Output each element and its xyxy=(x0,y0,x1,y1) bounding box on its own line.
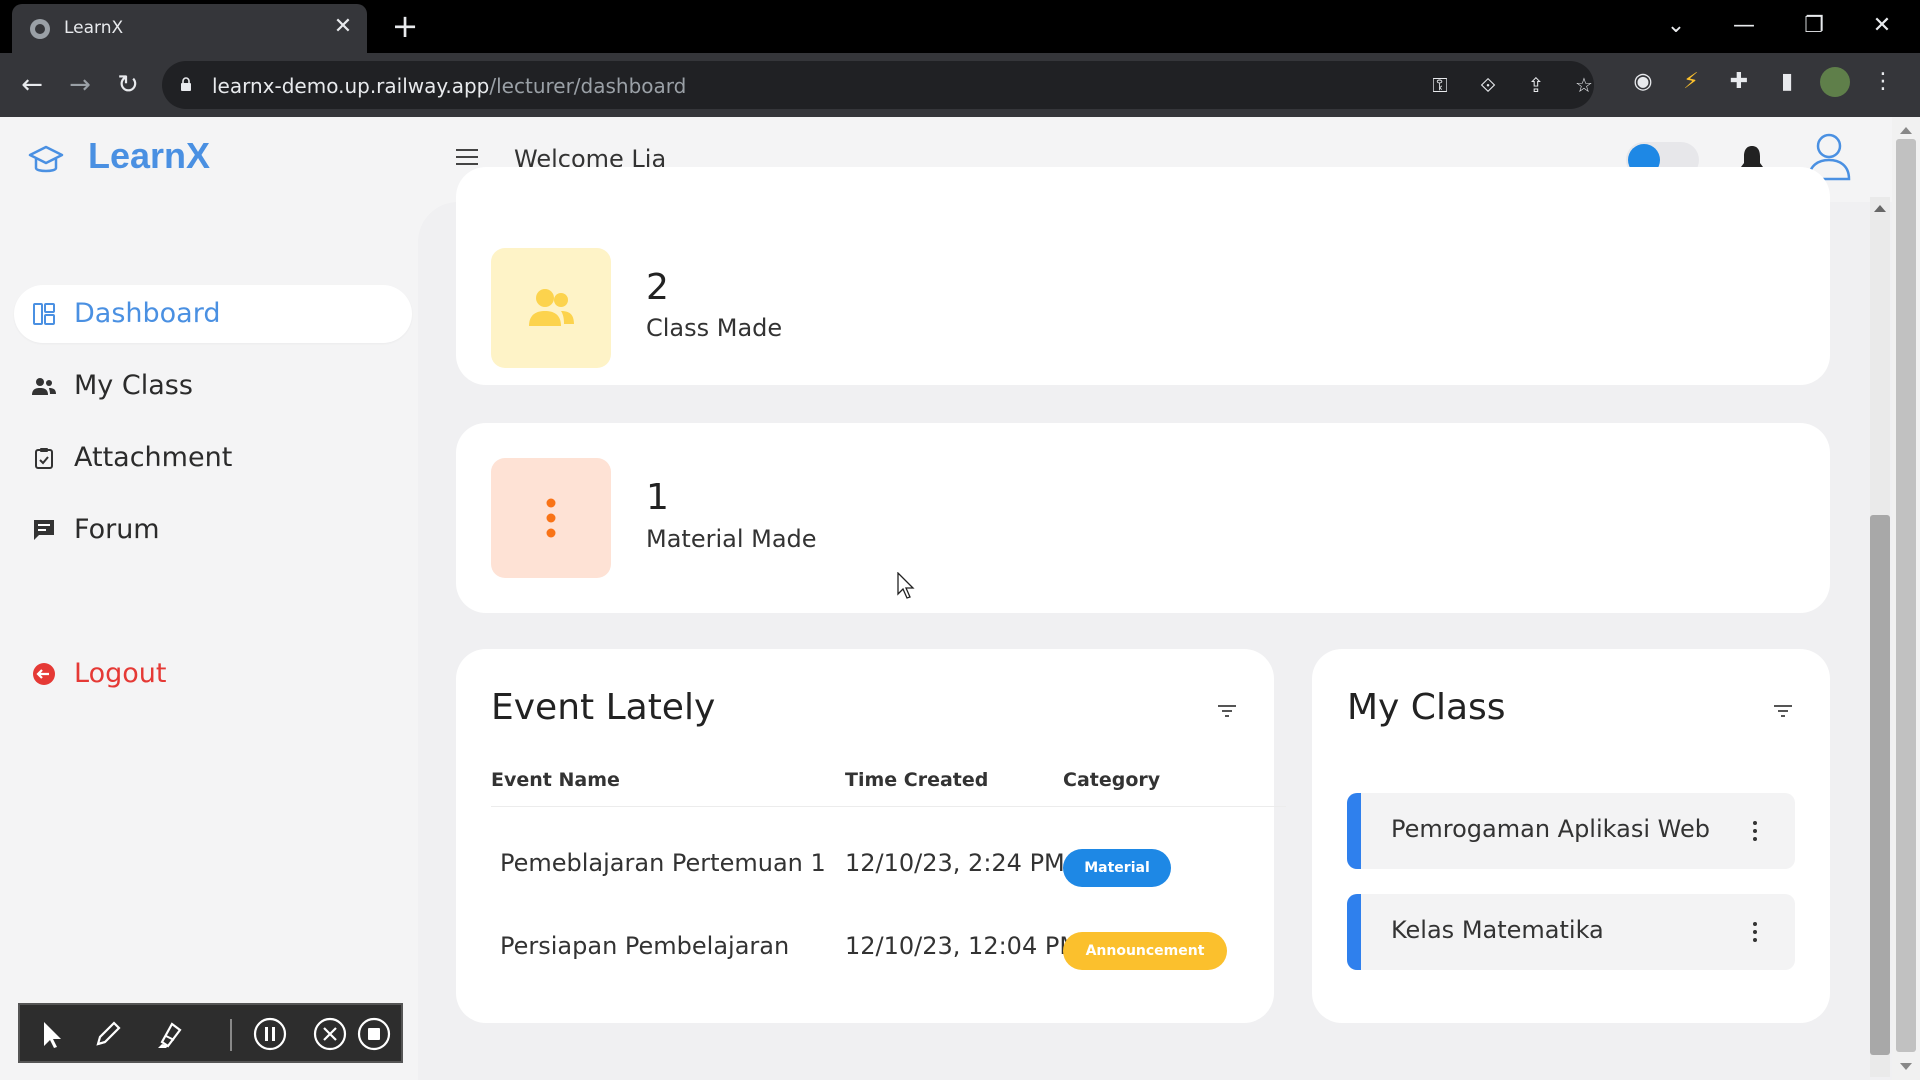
brand-logo[interactable]: LearnX xyxy=(88,135,210,177)
sidebar-item-forum[interactable]: Forum xyxy=(14,501,412,559)
browser-toolbar: ← → ↻ learnx-demo.up.railway.app/lecture… xyxy=(0,53,1920,117)
event-name: Pemeblajaran Pertemuan 1 xyxy=(500,849,826,877)
dashboard-icon xyxy=(33,303,55,325)
extension-lightning-icon[interactable]: ⚡ xyxy=(1676,67,1706,97)
sidebar-item-attachment[interactable]: Attachment xyxy=(14,429,412,487)
profile-avatar-icon[interactable] xyxy=(1820,67,1850,97)
sidebar-item-my-class[interactable]: My Class xyxy=(14,357,412,415)
filter-icon[interactable] xyxy=(1218,705,1236,717)
extensions-puzzle-icon[interactable]: ✚ xyxy=(1724,67,1754,97)
stat-label: Class Made xyxy=(646,314,783,342)
url-text: learnx-demo.up.railway.app/lecturer/dash… xyxy=(212,74,686,98)
sidebar-item-label: Attachment xyxy=(74,442,233,473)
more-options-icon[interactable] xyxy=(1753,821,1757,841)
forward-icon[interactable]: → xyxy=(62,67,98,103)
lock-icon xyxy=(181,77,191,91)
logout-label: Logout xyxy=(74,658,167,689)
users-icon xyxy=(529,289,574,326)
new-tab-button[interactable]: + xyxy=(388,10,422,44)
event-lately-panel: Event Lately Event Name Time Created Cat… xyxy=(456,649,1286,1023)
page-scroll-thumb[interactable] xyxy=(1896,139,1916,1052)
close-window-icon[interactable]: ✕ xyxy=(1862,8,1902,44)
share-icon[interactable]: ⇪ xyxy=(1522,71,1550,99)
stat-number: 2 xyxy=(646,267,669,308)
annotation-toolbar xyxy=(18,1003,403,1063)
sidebar-item-label: Forum xyxy=(74,514,160,545)
content-scroll-thumb[interactable] xyxy=(1870,515,1890,1055)
class-list-item[interactable]: Kelas Matematika xyxy=(1347,894,1795,970)
class-list-item[interactable]: Pemrogaman Aplikasi Web xyxy=(1347,793,1795,869)
filter-icon[interactable] xyxy=(1774,705,1792,717)
sidebar: Dashboard My Class Attachment Forum Logo… xyxy=(0,202,418,1080)
translate-icon[interactable]: ⟐ xyxy=(1474,71,1502,99)
pointer-icon[interactable] xyxy=(30,1014,70,1054)
stat-label: Material Made xyxy=(646,525,817,553)
mouse-cursor-icon xyxy=(897,572,915,599)
globe-icon xyxy=(30,19,50,39)
page-scrollbar[interactable] xyxy=(1892,117,1920,1080)
hamburger-menu-icon[interactable] xyxy=(456,149,478,167)
class-name: Pemrogaman Aplikasi Web xyxy=(1391,815,1710,843)
stat-number: 1 xyxy=(646,477,669,518)
scroll-up-arrow-icon[interactable] xyxy=(1900,127,1912,134)
url-path: /lecturer/dashboard xyxy=(489,74,687,98)
scroll-down-arrow-icon[interactable] xyxy=(1900,1063,1912,1070)
restore-icon[interactable]: ❐ xyxy=(1794,8,1834,44)
users-icon xyxy=(32,378,56,395)
pause-icon[interactable] xyxy=(250,1014,290,1054)
back-icon[interactable]: ← xyxy=(14,67,50,103)
logout-icon xyxy=(33,663,55,685)
column-header: Time Created xyxy=(845,769,989,791)
clipboard-icon xyxy=(35,448,53,469)
stat-card-material-made: 1 Material Made xyxy=(456,423,1830,613)
pen-icon[interactable] xyxy=(88,1014,128,1054)
tab-title: LearnX xyxy=(64,18,124,38)
bookmark-star-icon[interactable]: ☆ xyxy=(1570,71,1598,99)
minimize-icon[interactable]: — xyxy=(1724,8,1764,44)
graduation-cap-icon xyxy=(28,145,64,173)
menu-more-icon[interactable]: ⋮ xyxy=(1868,67,1898,97)
stop-icon[interactable] xyxy=(354,1014,394,1054)
event-time: 12/10/23, 12:04 PM xyxy=(845,932,1081,960)
class-accent-bar xyxy=(1347,894,1361,970)
stat-icon-box xyxy=(491,458,611,578)
close-tab-button[interactable]: ✕ xyxy=(329,13,357,41)
side-panel-icon[interactable]: ▮ xyxy=(1772,67,1802,97)
stat-icon-box xyxy=(491,248,611,368)
dots-vertical-icon xyxy=(546,498,556,538)
tab-search-icon[interactable]: ⌄ xyxy=(1656,8,1696,44)
url-host: learnx-demo.up.railway.app xyxy=(212,74,490,98)
key-icon[interactable]: ⚿ xyxy=(1426,71,1454,99)
divider xyxy=(491,806,1286,807)
event-time: 12/10/23, 2:24 PM xyxy=(845,849,1065,877)
sidebar-item-dashboard[interactable]: Dashboard xyxy=(14,285,412,343)
logout-button[interactable]: Logout xyxy=(14,645,412,703)
scroll-up-arrow-icon[interactable] xyxy=(1874,205,1886,212)
page-viewport: LearnX Welcome Lia Dashboard My Class At… xyxy=(0,117,1920,1080)
chat-icon xyxy=(34,520,54,540)
highlighter-icon[interactable] xyxy=(148,1014,188,1054)
column-header: Category xyxy=(1063,769,1161,791)
sidebar-item-label: My Class xyxy=(74,370,193,401)
address-bar[interactable]: learnx-demo.up.railway.app/lecturer/dash… xyxy=(162,61,1594,109)
column-header: Event Name xyxy=(491,769,620,791)
event-name: Persiapan Pembelajaran xyxy=(500,932,790,960)
extension-owl-icon[interactable]: ◉ xyxy=(1628,67,1658,97)
category-badge: Material xyxy=(1063,849,1171,887)
more-options-icon[interactable] xyxy=(1753,922,1757,942)
panel-title: My Class xyxy=(1347,687,1506,728)
cancel-icon[interactable] xyxy=(310,1014,350,1054)
my-class-panel: My Class Pemrogaman Aplikasi Web Kelas M… xyxy=(1312,649,1830,1023)
class-name: Kelas Matematika xyxy=(1391,916,1604,944)
browser-tab[interactable]: LearnX ✕ xyxy=(12,4,367,53)
panel-title: Event Lately xyxy=(491,687,716,728)
stat-card-class-made: 2 Class Made xyxy=(456,167,1830,385)
class-accent-bar xyxy=(1347,793,1361,869)
sidebar-item-label: Dashboard xyxy=(74,298,221,329)
category-badge: Announcement xyxy=(1063,932,1227,970)
toolbar-divider xyxy=(230,1019,232,1051)
reload-icon[interactable]: ↻ xyxy=(110,67,146,103)
browser-tab-bar: LearnX ✕ + ⌄ — ❐ ✕ xyxy=(0,0,1920,53)
